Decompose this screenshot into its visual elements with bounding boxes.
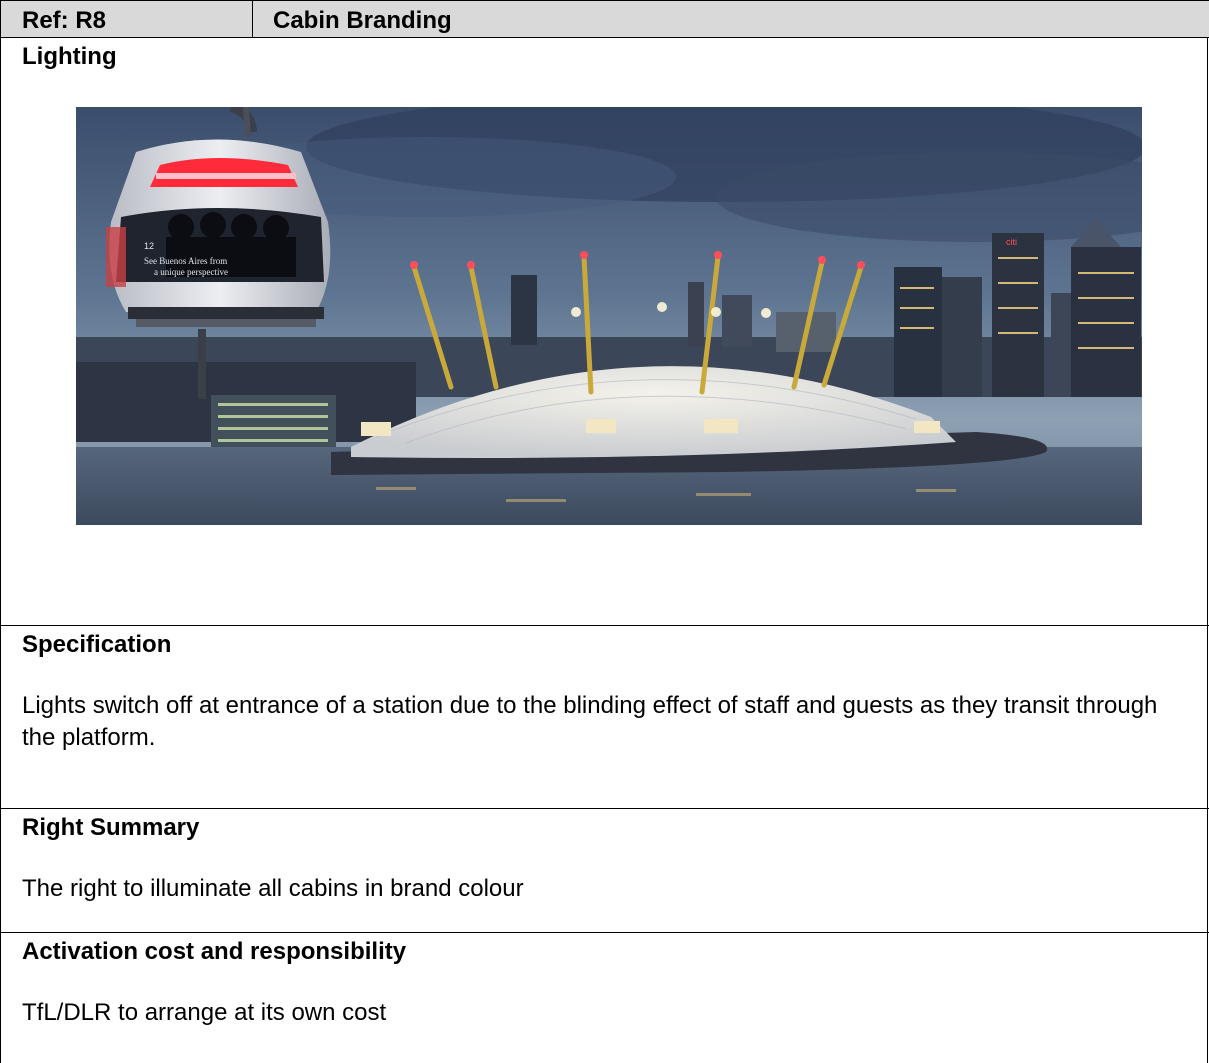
cabin-caption-line1: See Buenos Aires from [144, 256, 227, 266]
cabin-caption-line2: a unique perspective [154, 267, 228, 277]
header-row: Ref: R8 Cabin Branding [1, 0, 1209, 38]
right-summary-section: Right Summary The right to illuminate al… [1, 809, 1209, 933]
specification-title: Specification [22, 631, 172, 658]
photo-illustration: citi 12 See Buenos Aires from a unique p… [76, 107, 1142, 525]
cable-car-photo: citi 12 See Buenos Aires from a unique p… [76, 107, 1142, 525]
cabin-number: 12 [144, 241, 154, 251]
header-title: Cabin Branding [273, 7, 452, 34]
document-page: Ref: R8 Cabin Branding Lighting citi 12 … [0, 0, 1209, 1063]
right-summary-body: The right to illuminate all cabins in br… [22, 875, 524, 902]
activation-body: TfL/DLR to arrange at its own cost [22, 999, 387, 1026]
cabin-illustration: 12 See Buenos Aires from a unique perspe… [106, 139, 331, 327]
activation-title: Activation cost and responsibility [22, 938, 407, 965]
right-summary-title: Right Summary [22, 814, 200, 841]
specification-section: Specification Lights switch off at entra… [1, 626, 1209, 809]
ref-label: Ref: R8 [22, 7, 107, 34]
lighting-title: Lighting [22, 43, 117, 70]
building-sign-text: citi [1006, 237, 1017, 247]
activation-section: Activation cost and responsibility TfL/D… [1, 933, 1209, 1063]
specification-body: Lights switch off at entrance of a stati… [22, 692, 1158, 751]
lighting-section: Lighting citi 12 See Buenos Aires from a… [1, 38, 1209, 626]
ref-cell: Ref: R8 [1, 1, 253, 38]
